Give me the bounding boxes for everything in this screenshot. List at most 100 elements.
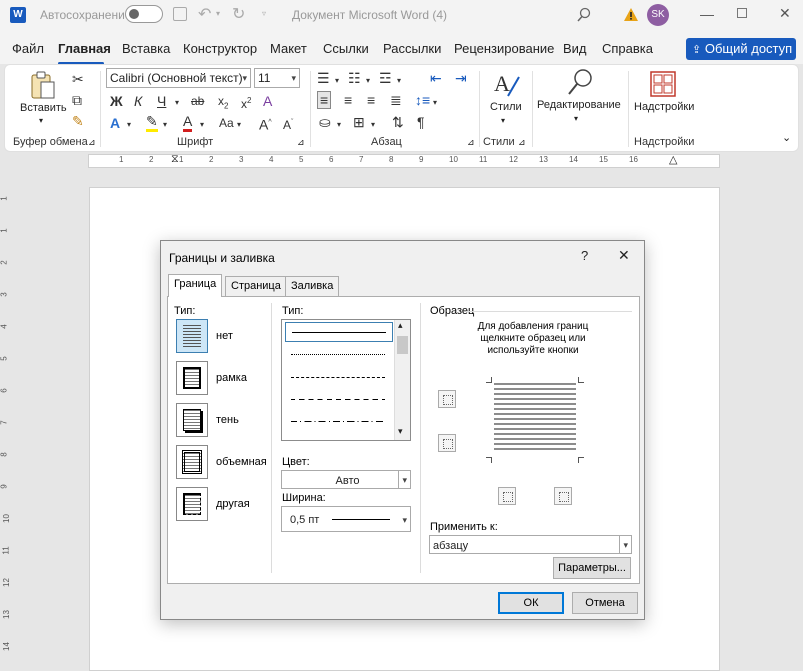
tab-layout[interactable]: Макет bbox=[270, 41, 307, 56]
apply-to-select[interactable]: абзацу ▾ bbox=[429, 535, 632, 554]
align-right-icon[interactable]: ≡ bbox=[367, 92, 375, 108]
line-spacing-icon[interactable]: ↕≡ bbox=[415, 92, 430, 108]
styles-dropdown-icon[interactable]: ▾ bbox=[501, 116, 505, 125]
help-button[interactable]: ? bbox=[581, 248, 588, 263]
line-style-solid[interactable] bbox=[285, 322, 393, 342]
strikethrough-icon[interactable]: ab bbox=[191, 93, 204, 109]
paste-label[interactable]: Вставить bbox=[20, 102, 67, 114]
grow-font-icon[interactable]: A^ bbox=[259, 115, 272, 133]
editing-dropdown-icon[interactable]: ▾ bbox=[574, 114, 578, 123]
superscript-icon[interactable]: x2 bbox=[241, 93, 251, 112]
font-color-dropdown-icon[interactable]: ▾ bbox=[200, 117, 204, 133]
setting-shadow-label[interactable]: тень bbox=[216, 414, 239, 426]
bullets-dropdown-icon[interactable]: ▾ bbox=[335, 73, 339, 89]
font-size-select[interactable]: 11 ▾ bbox=[254, 68, 300, 88]
highlight-dropdown-icon[interactable]: ▾ bbox=[163, 117, 167, 133]
styles-icon[interactable]: A bbox=[491, 69, 521, 99]
paste-dropdown-icon[interactable]: ▾ bbox=[39, 116, 43, 125]
show-marks-icon[interactable]: ¶ bbox=[417, 114, 425, 130]
options-button[interactable]: Параметры... bbox=[553, 557, 631, 579]
close-dialog-button[interactable]: ✕ bbox=[618, 247, 630, 264]
right-border-button[interactable] bbox=[554, 487, 572, 505]
font-color-icon[interactable]: A bbox=[183, 113, 193, 132]
ok-button[interactable]: ОК bbox=[498, 592, 564, 614]
maximize-icon[interactable] bbox=[737, 8, 747, 18]
subscript-icon[interactable]: x2 bbox=[218, 93, 228, 114]
multilevel-list-icon[interactable]: ☲ bbox=[379, 70, 392, 86]
bullets-icon[interactable]: ☰ bbox=[317, 70, 330, 86]
bold-icon[interactable]: Ж bbox=[110, 93, 123, 109]
cut-icon[interactable]: ✂ bbox=[72, 71, 84, 87]
cancel-button[interactable]: Отмена bbox=[572, 592, 638, 614]
tab-shading[interactable]: Заливка bbox=[285, 276, 340, 296]
avatar[interactable]: SK bbox=[647, 4, 669, 26]
middle-border-button[interactable] bbox=[438, 434, 456, 452]
decrease-indent-icon[interactable]: ⇤ bbox=[430, 70, 442, 86]
width-select[interactable]: 0,5 пт ▾ bbox=[281, 506, 411, 532]
styles-launcher-icon[interactable]: ⊿ bbox=[518, 137, 526, 148]
styles-label[interactable]: Стили bbox=[490, 101, 522, 113]
justify-icon[interactable]: ≣ bbox=[390, 92, 402, 108]
minimize-icon[interactable]: — bbox=[700, 6, 714, 22]
editing-label[interactable]: Редактирование bbox=[537, 99, 621, 111]
tab-design[interactable]: Конструктор bbox=[183, 41, 257, 56]
left-border-button[interactable] bbox=[498, 487, 516, 505]
change-case-icon[interactable]: Aa bbox=[219, 115, 234, 131]
setting-shadow-button[interactable] bbox=[176, 403, 208, 437]
shading-dropdown-icon[interactable]: ▾ bbox=[337, 117, 341, 133]
scroll-up-icon[interactable]: ▴ bbox=[398, 320, 403, 331]
addins-label[interactable]: Надстройки bbox=[634, 101, 694, 113]
text-effects-icon[interactable]: A bbox=[110, 115, 120, 131]
color-select[interactable]: Авто ▾ bbox=[281, 470, 411, 489]
undo-dropdown-icon[interactable]: ▾ bbox=[216, 9, 220, 18]
shrink-font-icon[interactable]: Aˇ bbox=[283, 115, 293, 133]
copy-icon[interactable]: ⧉ bbox=[72, 92, 82, 108]
indent-marker-icon[interactable]: ⧖ bbox=[171, 153, 179, 166]
highlight-icon[interactable]: ✎ bbox=[146, 113, 158, 132]
tab-references[interactable]: Ссылки bbox=[323, 41, 369, 56]
share-button[interactable]: ⇪ Общий доступ ▾ bbox=[686, 38, 796, 78]
sort-icon[interactable]: ⇅ bbox=[392, 114, 404, 130]
undo-icon[interactable]: ↶ bbox=[198, 4, 211, 24]
tab-home[interactable]: Главная bbox=[58, 41, 111, 56]
setting-3d-button[interactable] bbox=[176, 445, 208, 479]
font-name-select[interactable]: Calibri (Основной текст) ▾ bbox=[106, 68, 251, 88]
tab-insert[interactable]: Вставка bbox=[122, 41, 170, 56]
setting-custom-button[interactable] bbox=[176, 487, 208, 521]
increase-indent-icon[interactable]: ⇥ bbox=[455, 70, 467, 86]
quick-access-dropdown-icon[interactable]: ▿ bbox=[262, 9, 266, 18]
line-style-dotted[interactable] bbox=[291, 354, 385, 355]
text-effects-dropdown-icon[interactable]: ▾ bbox=[127, 117, 131, 133]
setting-box-label[interactable]: рамка bbox=[216, 372, 247, 384]
underline-dropdown-icon[interactable]: ▾ bbox=[175, 95, 179, 111]
numbering-icon[interactable]: ☷ bbox=[348, 70, 361, 86]
paragraph-launcher-icon[interactable]: ⊿ bbox=[467, 137, 475, 148]
align-center-icon[interactable]: ≡ bbox=[344, 92, 352, 108]
scroll-down-icon[interactable]: ▾ bbox=[398, 426, 403, 437]
clipboard-launcher-icon[interactable]: ⊿ bbox=[88, 137, 96, 148]
collapse-ribbon-icon[interactable]: ⌄ bbox=[782, 131, 791, 144]
multilevel-list-dropdown-icon[interactable]: ▾ bbox=[397, 73, 401, 89]
tab-file[interactable]: Файл bbox=[12, 41, 44, 56]
redo-icon[interactable]: ↻ bbox=[232, 4, 245, 24]
setting-custom-label[interactable]: другая bbox=[216, 498, 250, 510]
setting-none-button[interactable] bbox=[176, 319, 208, 353]
autosave-toggle[interactable] bbox=[125, 5, 163, 23]
line-style-list[interactable]: ▴ ▾ bbox=[281, 319, 411, 441]
clear-formatting-icon[interactable]: A bbox=[263, 93, 272, 109]
right-indent-marker-icon[interactable]: △ bbox=[669, 153, 677, 166]
search-icon[interactable] bbox=[576, 7, 592, 23]
top-border-button[interactable] bbox=[438, 390, 456, 408]
font-launcher-icon[interactable]: ⊿ bbox=[297, 137, 305, 148]
line-style-dash[interactable] bbox=[291, 399, 385, 400]
line-spacing-dropdown-icon[interactable]: ▾ bbox=[433, 95, 437, 111]
save-icon[interactable] bbox=[173, 7, 187, 21]
close-window-icon[interactable]: ✕ bbox=[779, 5, 791, 22]
editing-search-icon[interactable] bbox=[565, 67, 595, 97]
tab-mailings[interactable]: Рассылки bbox=[383, 41, 441, 56]
borders-dropdown-icon[interactable]: ▾ bbox=[371, 117, 375, 133]
setting-none-label[interactable]: нет bbox=[216, 330, 233, 342]
scroll-thumb[interactable] bbox=[397, 336, 408, 354]
setting-box-button[interactable] bbox=[176, 361, 208, 395]
warning-icon[interactable] bbox=[623, 7, 639, 22]
